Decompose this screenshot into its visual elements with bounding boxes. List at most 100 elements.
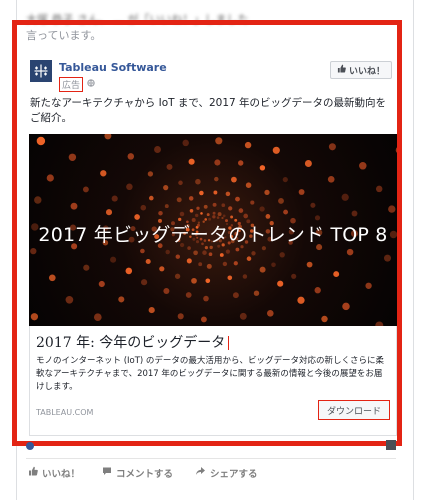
bokeh-dot (198, 262, 203, 267)
bokeh-dot (140, 204, 147, 211)
bokeh-dot (238, 160, 244, 166)
social-context-line1: 大塚 恭子 さん、 ... が「いいね！」しました (26, 13, 249, 26)
bokeh-dot (65, 295, 74, 304)
bokeh-dot (118, 296, 125, 303)
bokeh-dot (222, 261, 228, 267)
bokeh-dot (175, 254, 181, 259)
thumbs-up-icon (337, 64, 346, 76)
ad-label[interactable]: 広告 (59, 77, 84, 92)
bokeh-dot (178, 180, 183, 186)
bokeh-dot (191, 277, 197, 284)
link-preview[interactable]: 2017 年: 今年のビッグデータ モノのインターネット (IoT) のデータの… (29, 326, 397, 436)
bokeh-dot (186, 258, 192, 264)
bokeh-dot (177, 313, 184, 320)
globe-icon (87, 79, 95, 90)
bokeh-dot (36, 136, 46, 146)
bokeh-dot (163, 185, 169, 191)
bokeh-dot (208, 252, 213, 257)
share-button[interactable]: シェアする (195, 466, 258, 480)
bokeh-dot (98, 280, 105, 288)
bokeh-dot (182, 139, 189, 147)
bokeh-dot (82, 186, 89, 193)
bokeh-dot (159, 266, 165, 272)
bokeh-dot (259, 165, 266, 171)
bokeh-dot (212, 211, 216, 215)
flag-icon[interactable] (386, 440, 396, 450)
bokeh-dot (205, 278, 211, 284)
bokeh-dot (328, 143, 336, 151)
comment-button[interactable]: コメントする (102, 466, 173, 480)
bokeh-dot (126, 183, 133, 191)
bokeh-dot (346, 248, 354, 256)
bokeh-dot (196, 206, 200, 210)
bokeh-dot (225, 249, 230, 254)
bokeh-dot (243, 213, 249, 219)
bokeh-dot (242, 274, 248, 279)
tableau-logo-icon[interactable] (30, 60, 52, 82)
share-label: シェアする (210, 468, 258, 480)
bokeh-dot (110, 256, 117, 263)
bokeh-dot (147, 171, 154, 177)
bokeh-dot (193, 250, 198, 256)
bokeh-dot (265, 214, 271, 219)
bokeh-dot (148, 307, 155, 314)
bokeh-dot (199, 190, 204, 196)
bokeh-dot (195, 178, 201, 185)
bokeh-dot (351, 210, 358, 217)
bokeh-dot (266, 309, 274, 317)
bokeh-dot (165, 249, 170, 255)
social-context-line2: 言っています。 (26, 29, 102, 42)
bokeh-dot (222, 214, 226, 218)
bokeh-dot (253, 290, 260, 296)
like-page-button[interactable]: いいね！ (329, 61, 392, 79)
bokeh-dot (365, 282, 372, 289)
link-title-text: 2017 年: 今年のビッグデータ (36, 335, 226, 351)
bokeh-dot (83, 264, 90, 271)
bokeh-dot (310, 202, 316, 208)
bokeh-dot (395, 147, 397, 153)
bokeh-dot (239, 312, 247, 320)
bokeh-dot (277, 280, 284, 287)
bokeh-dot (231, 176, 237, 183)
bokeh-dot (145, 258, 151, 265)
reactions-summary (26, 440, 396, 454)
bokeh-dot (327, 175, 335, 183)
bokeh-dot (227, 275, 233, 281)
bokeh-dot (214, 159, 221, 166)
bokeh-dot (164, 204, 169, 209)
bokeh-dot (321, 315, 328, 323)
comment-label: コメントする (116, 468, 174, 480)
bokeh-dot (200, 212, 203, 215)
ad-image[interactable]: 2017 年ビッグデータのトレンド TOP 8 (29, 134, 397, 326)
bokeh-dot (206, 213, 210, 217)
bokeh-dot (221, 203, 226, 208)
bokeh-dot (219, 253, 224, 257)
bokeh-dot (188, 196, 194, 201)
bokeh-dot (232, 292, 239, 299)
comment-icon (102, 466, 112, 479)
bokeh-dot (216, 216, 220, 219)
bokeh-dot (174, 273, 181, 279)
bokeh-dot (278, 197, 284, 204)
like-button[interactable]: いいね！ (28, 466, 80, 480)
bokeh-dot (163, 287, 170, 295)
like-label: いいね！ (42, 468, 81, 480)
bokeh-dot (250, 200, 255, 205)
page-name-link[interactable]: Tableau Software (59, 61, 167, 74)
link-title[interactable]: 2017 年: 今年のビッグデータ (36, 332, 230, 352)
bokeh-dot (212, 215, 216, 219)
bokeh-dot (235, 196, 240, 202)
bokeh-dot (282, 177, 288, 183)
reaction-dot-icon (26, 442, 34, 450)
bokeh-dot (134, 214, 140, 220)
bokeh-dot (215, 137, 223, 145)
bokeh-dot (176, 197, 182, 203)
bokeh-dot (206, 263, 212, 269)
link-domain: TABLEAU.COM (36, 408, 94, 417)
bokeh-dot (179, 211, 185, 217)
bokeh-dot (291, 273, 297, 279)
bokeh-dot (304, 160, 312, 167)
bokeh-dot (225, 191, 231, 197)
text-cursor (228, 336, 230, 350)
download-button[interactable]: ダウンロード (317, 400, 390, 420)
